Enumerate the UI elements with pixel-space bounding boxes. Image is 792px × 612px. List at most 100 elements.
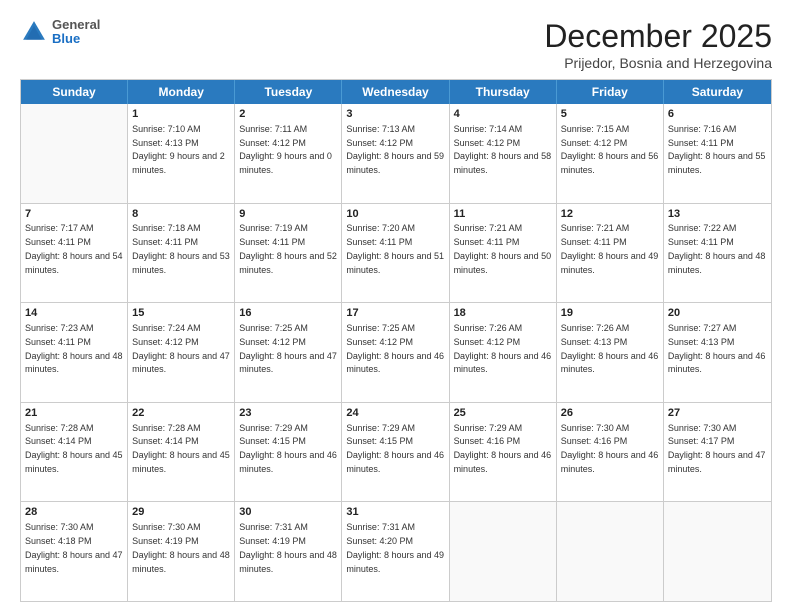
calendar-cell-2-3: 17 Sunrise: 7:25 AM Sunset: 4:12 PM Dayli…	[342, 303, 449, 402]
day-number: 8	[132, 207, 230, 222]
day-number: 12	[561, 207, 659, 222]
cell-sun-info: Sunrise: 7:26 AM Sunset: 4:12 PM Dayligh…	[454, 323, 554, 374]
day-number: 20	[668, 306, 767, 321]
calendar-cell-1-5: 12Sunrise: 7:21 AM Sunset: 4:11 PM Dayli…	[557, 204, 664, 303]
calendar-cell-3-3: 24 Sunrise: 7:29 AM Sunset: 4:15 PM Dayli…	[342, 403, 449, 502]
cell-sun-info: Sunrise: 7:31 AM Sunset: 4:20 PM Dayligh…	[346, 522, 446, 573]
calendar-cell-3-6: 27 Sunrise: 7:30 AM Sunset: 4:17 PM Dayli…	[664, 403, 771, 502]
day-number: 15	[132, 306, 230, 321]
cell-sun-info: Sunrise: 7:19 AM Sunset: 4:11 PM Dayligh…	[239, 223, 339, 274]
calendar-cell-2-2: 16 Sunrise: 7:25 AM Sunset: 4:12 PM Dayli…	[235, 303, 342, 402]
header-day-wednesday: Wednesday	[342, 80, 449, 104]
day-number: 10	[346, 207, 444, 222]
calendar-cell-0-3: 3 Sunrise: 7:13 AM Sunset: 4:12 PM Daylig…	[342, 104, 449, 203]
cell-sun-info: Sunrise: 7:25 AM Sunset: 4:12 PM Dayligh…	[239, 323, 339, 374]
day-number: 13	[668, 207, 767, 222]
day-number: 27	[668, 406, 767, 421]
day-number: 14	[25, 306, 123, 321]
calendar-cell-0-5: 5Sunrise: 7:15 AM Sunset: 4:12 PM Daylig…	[557, 104, 664, 203]
cell-sun-info: Sunrise: 7:28 AM Sunset: 4:14 PM Dayligh…	[132, 423, 232, 474]
calendar-cell-0-0	[21, 104, 128, 203]
subtitle: Prijedor, Bosnia and Herzegovina	[544, 55, 772, 71]
calendar-cell-4-3: 31 Sunrise: 7:31 AM Sunset: 4:20 PM Dayli…	[342, 502, 449, 601]
calendar-cell-1-1: 8Sunrise: 7:18 AM Sunset: 4:11 PM Daylig…	[128, 204, 235, 303]
day-number: 4	[454, 107, 552, 122]
cell-sun-info: Sunrise: 7:16 AM Sunset: 4:11 PM Dayligh…	[668, 124, 768, 175]
cell-sun-info: Sunrise: 7:21 AM Sunset: 4:11 PM Dayligh…	[454, 223, 554, 274]
day-number: 1	[132, 107, 230, 122]
cell-sun-info: Sunrise: 7:31 AM Sunset: 4:19 PM Dayligh…	[239, 522, 339, 573]
logo-general-text: General	[52, 18, 100, 32]
calendar-cell-0-6: 6 Sunrise: 7:16 AM Sunset: 4:11 PM Daylig…	[664, 104, 771, 203]
day-number: 26	[561, 406, 659, 421]
calendar-cell-1-0: 7Sunrise: 7:17 AM Sunset: 4:11 PM Daylig…	[21, 204, 128, 303]
day-number: 31	[346, 505, 444, 520]
calendar-cell-4-4	[450, 502, 557, 601]
cell-sun-info: Sunrise: 7:14 AM Sunset: 4:12 PM Dayligh…	[454, 124, 554, 175]
day-number: 29	[132, 505, 230, 520]
cell-sun-info: Sunrise: 7:13 AM Sunset: 4:12 PM Dayligh…	[346, 124, 446, 175]
calendar-row-1: 7Sunrise: 7:17 AM Sunset: 4:11 PM Daylig…	[21, 204, 771, 304]
header-day-sunday: Sunday	[21, 80, 128, 104]
day-number: 3	[346, 107, 444, 122]
cell-sun-info: Sunrise: 7:22 AM Sunset: 4:11 PM Dayligh…	[668, 223, 768, 274]
calendar-cell-4-0: 28 Sunrise: 7:30 AM Sunset: 4:18 PM Dayli…	[21, 502, 128, 601]
header-day-monday: Monday	[128, 80, 235, 104]
calendar-cell-0-2: 2 Sunrise: 7:11 AM Sunset: 4:12 PM Daylig…	[235, 104, 342, 203]
day-number: 23	[239, 406, 337, 421]
cell-sun-info: Sunrise: 7:23 AM Sunset: 4:11 PM Dayligh…	[25, 323, 125, 374]
calendar-cell-4-5	[557, 502, 664, 601]
day-number: 24	[346, 406, 444, 421]
calendar-cell-4-2: 30Sunrise: 7:31 AM Sunset: 4:19 PM Dayli…	[235, 502, 342, 601]
cell-sun-info: Sunrise: 7:25 AM Sunset: 4:12 PM Dayligh…	[346, 323, 446, 374]
calendar-row-2: 14 Sunrise: 7:23 AM Sunset: 4:11 PM Dayli…	[21, 303, 771, 403]
logo-blue-text: Blue	[52, 32, 100, 46]
calendar-cell-3-2: 23 Sunrise: 7:29 AM Sunset: 4:15 PM Dayli…	[235, 403, 342, 502]
cell-sun-info: Sunrise: 7:27 AM Sunset: 4:13 PM Dayligh…	[668, 323, 768, 374]
cell-sun-info: Sunrise: 7:26 AM Sunset: 4:13 PM Dayligh…	[561, 323, 661, 374]
day-number: 9	[239, 207, 337, 222]
day-number: 21	[25, 406, 123, 421]
page: General Blue December 2025 Prijedor, Bos…	[0, 0, 792, 612]
day-number: 22	[132, 406, 230, 421]
calendar-cell-1-3: 10Sunrise: 7:20 AM Sunset: 4:11 PM Dayli…	[342, 204, 449, 303]
calendar-cell-0-4: 4 Sunrise: 7:14 AM Sunset: 4:12 PM Daylig…	[450, 104, 557, 203]
cell-sun-info: Sunrise: 7:29 AM Sunset: 4:15 PM Dayligh…	[346, 423, 446, 474]
logo: General Blue	[20, 18, 100, 47]
header-day-saturday: Saturday	[664, 80, 771, 104]
cell-sun-info: Sunrise: 7:20 AM Sunset: 4:11 PM Dayligh…	[346, 223, 446, 274]
calendar-row-0: 1Sunrise: 7:10 AM Sunset: 4:13 PM Daylig…	[21, 104, 771, 204]
calendar: SundayMondayTuesdayWednesdayThursdayFrid…	[20, 79, 772, 602]
day-number: 5	[561, 107, 659, 122]
day-number: 18	[454, 306, 552, 321]
cell-sun-info: Sunrise: 7:30 AM Sunset: 4:18 PM Dayligh…	[25, 522, 125, 573]
title-section: December 2025 Prijedor, Bosnia and Herze…	[544, 18, 772, 71]
header-day-thursday: Thursday	[450, 80, 557, 104]
day-number: 2	[239, 107, 337, 122]
cell-sun-info: Sunrise: 7:30 AM Sunset: 4:17 PM Dayligh…	[668, 423, 768, 474]
day-number: 28	[25, 505, 123, 520]
cell-sun-info: Sunrise: 7:30 AM Sunset: 4:19 PM Dayligh…	[132, 522, 232, 573]
header-day-friday: Friday	[557, 80, 664, 104]
cell-sun-info: Sunrise: 7:11 AM Sunset: 4:12 PM Dayligh…	[239, 124, 334, 175]
calendar-cell-0-1: 1Sunrise: 7:10 AM Sunset: 4:13 PM Daylig…	[128, 104, 235, 203]
calendar-cell-4-1: 29 Sunrise: 7:30 AM Sunset: 4:19 PM Dayli…	[128, 502, 235, 601]
day-number: 16	[239, 306, 337, 321]
cell-sun-info: Sunrise: 7:24 AM Sunset: 4:12 PM Dayligh…	[132, 323, 232, 374]
calendar-cell-3-4: 25Sunrise: 7:29 AM Sunset: 4:16 PM Dayli…	[450, 403, 557, 502]
cell-sun-info: Sunrise: 7:29 AM Sunset: 4:15 PM Dayligh…	[239, 423, 339, 474]
day-number: 11	[454, 207, 552, 222]
cell-sun-info: Sunrise: 7:30 AM Sunset: 4:16 PM Dayligh…	[561, 423, 661, 474]
calendar-header: SundayMondayTuesdayWednesdayThursdayFrid…	[21, 80, 771, 104]
calendar-cell-2-5: 19 Sunrise: 7:26 AM Sunset: 4:13 PM Dayli…	[557, 303, 664, 402]
day-number: 19	[561, 306, 659, 321]
day-number: 6	[668, 107, 767, 122]
logo-icon	[20, 18, 48, 46]
header-day-tuesday: Tuesday	[235, 80, 342, 104]
calendar-row-3: 21 Sunrise: 7:28 AM Sunset: 4:14 PM Dayli…	[21, 403, 771, 503]
calendar-cell-3-5: 26 Sunrise: 7:30 AM Sunset: 4:16 PM Dayli…	[557, 403, 664, 502]
day-number: 17	[346, 306, 444, 321]
calendar-cell-2-6: 20 Sunrise: 7:27 AM Sunset: 4:13 PM Dayli…	[664, 303, 771, 402]
header: General Blue December 2025 Prijedor, Bos…	[20, 18, 772, 71]
calendar-body: 1Sunrise: 7:10 AM Sunset: 4:13 PM Daylig…	[21, 104, 771, 601]
